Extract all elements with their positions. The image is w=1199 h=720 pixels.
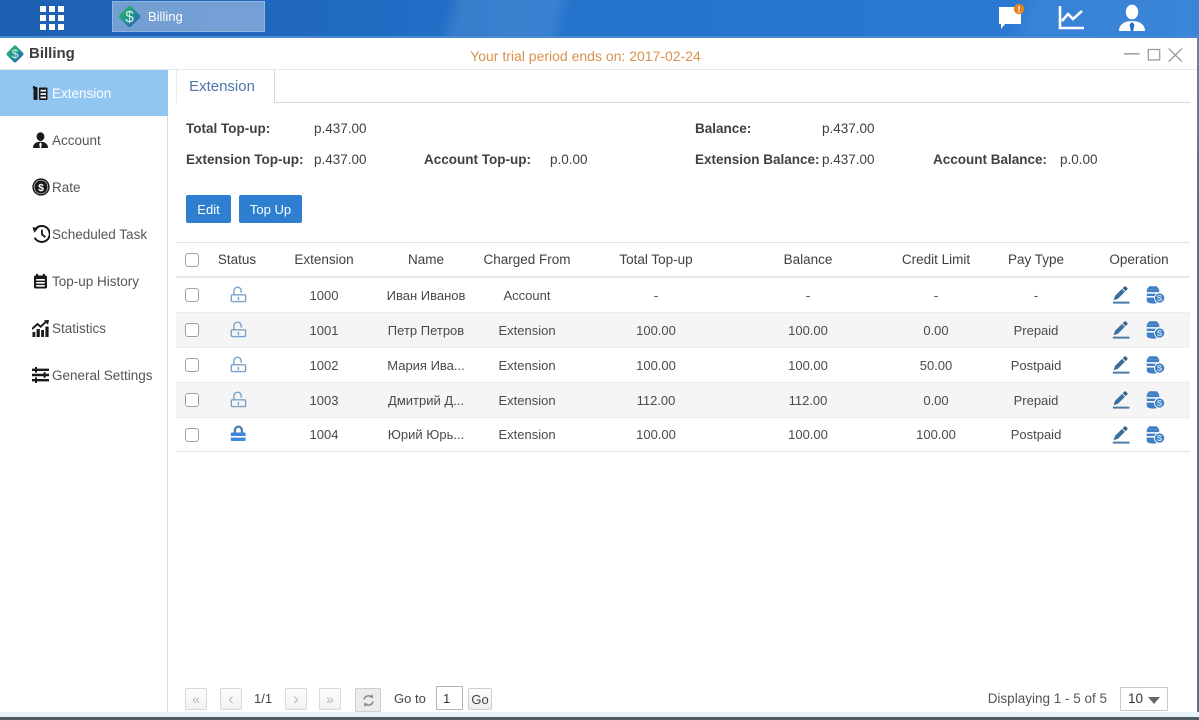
svg-text:$: $ — [125, 9, 134, 26]
svg-text:$: $ — [38, 182, 44, 194]
svg-text:S: S — [1157, 294, 1163, 303]
svg-text:!: ! — [1018, 5, 1021, 15]
